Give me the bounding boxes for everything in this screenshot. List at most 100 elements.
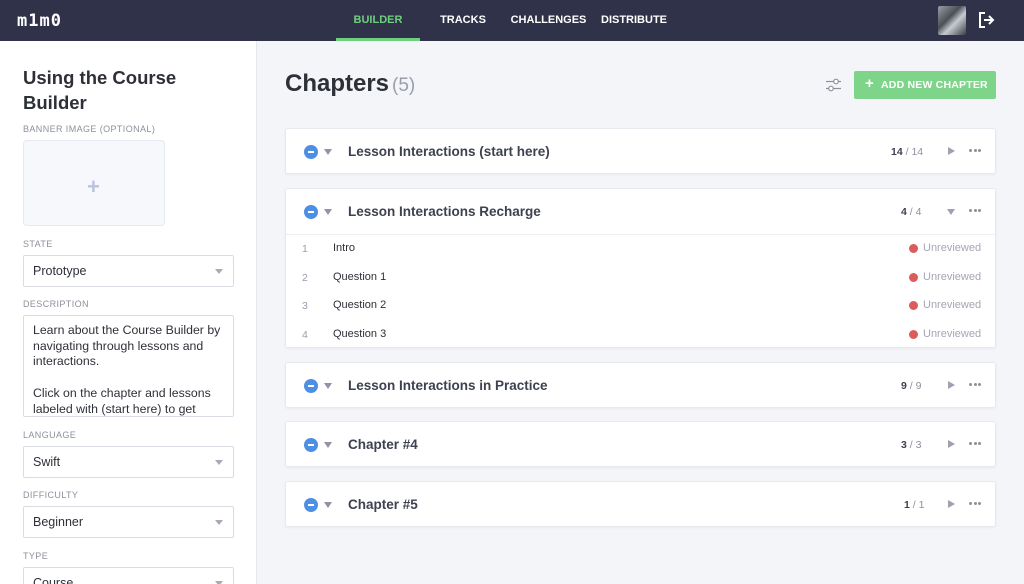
- difficulty-select[interactable]: Beginner: [23, 506, 234, 538]
- language-label: LANGUAGE: [23, 430, 77, 440]
- more-dots-icon[interactable]: [969, 502, 981, 506]
- add-new-chapter-button[interactable]: + ADD NEW CHAPTER: [854, 71, 996, 99]
- chapter-card[interactable]: Lesson Interactions (start here) 14 / 14: [285, 128, 996, 174]
- chapter-progress: 4 / 4: [901, 206, 921, 218]
- lesson-name: Question 1: [333, 271, 387, 283]
- lesson-status: Unreviewed: [923, 328, 982, 340]
- filter-sliders-icon[interactable]: [826, 78, 841, 92]
- banner-image-upload[interactable]: +: [23, 140, 165, 226]
- chapter-count: (5): [392, 75, 416, 96]
- chevron-down-icon: [215, 269, 223, 274]
- nav-tab-label: BUILDER: [353, 14, 403, 26]
- description-paragraph: Learn about the Course Builder by naviga…: [33, 323, 221, 369]
- add-new-chapter-label: ADD NEW CHAPTER: [881, 79, 988, 91]
- description-textarea[interactable]: Learn about the Course Builder by naviga…: [23, 315, 234, 417]
- progress-total: / 3: [909, 439, 922, 451]
- lesson-row[interactable]: 1 Intro Unreviewed: [286, 235, 995, 263]
- language-select[interactable]: Swift: [23, 446, 234, 478]
- progress-total: / 1: [912, 499, 925, 511]
- lesson-number: 2: [302, 272, 308, 284]
- lesson-number: 1: [302, 243, 308, 255]
- chapter-header[interactable]: Lesson Interactions Recharge 4 / 4: [286, 189, 995, 234]
- course-settings-sidebar: Using the Course Builder BANNER IMAGE (O…: [0, 41, 257, 584]
- chapter-header[interactable]: Chapter #5 1 / 1: [286, 482, 995, 527]
- nav-tab-tracks[interactable]: TRACKS: [438, 0, 488, 41]
- chapter-progress: 1 / 1: [904, 499, 924, 511]
- lesson-list: 1 Intro Unreviewed 2 Question 1 Unreview…: [286, 234, 995, 341]
- nav-tab-label: DISTRIBUTE: [601, 14, 667, 26]
- chapter-name[interactable]: Lesson Interactions (start here): [348, 144, 550, 159]
- progress-done: 1: [904, 499, 910, 511]
- chapter-progress: 3 / 3: [901, 439, 921, 451]
- nav-tab-distribute[interactable]: DISTRIBUTE: [601, 0, 667, 41]
- more-dots-icon[interactable]: [969, 149, 981, 153]
- minus-circle-icon[interactable]: [304, 379, 318, 393]
- nav-tab-builder[interactable]: BUILDER: [336, 0, 420, 41]
- more-dots-icon[interactable]: [969, 209, 981, 213]
- play-icon[interactable]: [948, 381, 955, 389]
- chevron-down-icon[interactable]: [947, 209, 955, 215]
- plus-icon: +: [87, 174, 100, 199]
- chapter-progress: 9 / 9: [901, 380, 921, 392]
- chevron-down-icon: [215, 460, 223, 465]
- lesson-name: Question 3: [333, 328, 387, 340]
- chevron-down-icon[interactable]: [324, 383, 332, 389]
- chevron-down-icon[interactable]: [324, 149, 332, 155]
- status-dot: [909, 244, 918, 253]
- progress-total: / 9: [909, 380, 922, 392]
- chevron-down-icon[interactable]: [324, 502, 332, 508]
- play-icon[interactable]: [948, 147, 955, 155]
- nav-tab-challenges[interactable]: CHALLENGES: [510, 0, 587, 41]
- chapter-card[interactable]: Lesson Interactions in Practice 9 / 9: [285, 362, 996, 408]
- banner-image-label: BANNER IMAGE (OPTIONAL): [23, 124, 156, 134]
- play-icon[interactable]: [948, 500, 955, 508]
- nav-tab-label: CHALLENGES: [510, 14, 587, 26]
- minus-circle-icon[interactable]: [304, 498, 318, 512]
- minus-circle-icon[interactable]: [304, 438, 318, 452]
- status-dot: [909, 273, 918, 282]
- lesson-row[interactable]: 3 Question 2 Unreviewed: [286, 292, 995, 320]
- progress-total: / 4: [909, 206, 922, 218]
- type-select[interactable]: Course: [23, 567, 234, 584]
- chapter-name[interactable]: Lesson Interactions Recharge: [348, 204, 541, 219]
- chapter-card[interactable]: Chapter #4 3 / 3: [285, 421, 996, 467]
- app-logo[interactable]: m1m0: [17, 11, 62, 31]
- chapter-progress: 14 / 14: [891, 146, 923, 158]
- chevron-down-icon: [215, 520, 223, 525]
- chapter-header[interactable]: Lesson Interactions (start here) 14 / 14: [286, 129, 995, 174]
- plus-icon: +: [865, 75, 874, 92]
- chapter-card[interactable]: Lesson Interactions Recharge 4 / 4 1 Int…: [285, 188, 996, 348]
- nav-tab-label: TRACKS: [440, 14, 486, 26]
- chapter-name[interactable]: Lesson Interactions in Practice: [348, 378, 548, 393]
- chevron-down-icon[interactable]: [324, 209, 332, 215]
- chapter-card[interactable]: Chapter #5 1 / 1: [285, 481, 996, 527]
- course-title[interactable]: Using the Course Builder: [23, 65, 238, 115]
- lesson-number: 3: [302, 300, 308, 312]
- state-value: Prototype: [33, 264, 87, 278]
- more-dots-icon[interactable]: [969, 442, 981, 446]
- difficulty-value: Beginner: [33, 515, 84, 529]
- lesson-row[interactable]: 2 Question 1 Unreviewed: [286, 264, 995, 292]
- chapter-name[interactable]: Chapter #4: [348, 437, 418, 452]
- play-icon[interactable]: [948, 440, 955, 448]
- progress-done: 9: [901, 380, 907, 392]
- state-select[interactable]: Prototype: [23, 255, 234, 287]
- lesson-status: Unreviewed: [923, 299, 982, 311]
- chapter-header[interactable]: Chapter #4 3 / 3: [286, 422, 995, 467]
- logout-icon[interactable]: [978, 11, 996, 29]
- language-value: Swift: [33, 455, 61, 469]
- user-avatar[interactable]: [938, 6, 966, 35]
- chapter-name[interactable]: Chapter #5: [348, 497, 418, 512]
- minus-circle-icon[interactable]: [304, 145, 318, 159]
- progress-done: 4: [901, 206, 907, 218]
- minus-circle-icon[interactable]: [304, 205, 318, 219]
- description-paragraph: Click on the chapter and lessons labeled…: [33, 385, 211, 416]
- progress-done: 14: [891, 146, 903, 158]
- chapter-header[interactable]: Lesson Interactions in Practice 9 / 9: [286, 363, 995, 408]
- progress-done: 3: [901, 439, 907, 451]
- top-nav-bar: m1m0 BUILDER TRACKS CHALLENGES DISTRIBUT…: [0, 0, 1024, 41]
- chevron-down-icon[interactable]: [324, 442, 332, 448]
- more-dots-icon[interactable]: [969, 383, 981, 387]
- type-value: Course: [33, 576, 74, 584]
- lesson-row[interactable]: 4 Question 3 Unreviewed: [286, 321, 995, 349]
